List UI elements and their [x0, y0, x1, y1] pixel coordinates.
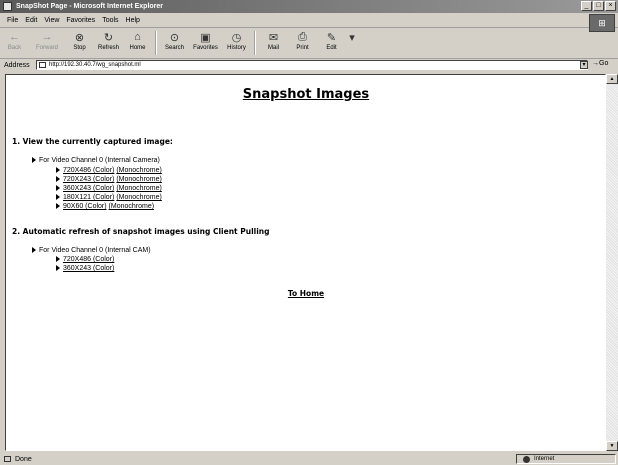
globe-icon	[523, 455, 530, 463]
search-button[interactable]: ⊙ Search	[160, 28, 189, 58]
menu-favorites[interactable]: Favorites	[66, 17, 95, 24]
bullet-triangle-icon	[56, 185, 60, 192]
menu-edit[interactable]: Edit	[25, 17, 37, 24]
close-button[interactable]: ×	[605, 1, 616, 11]
go-arrow-icon: →	[592, 60, 599, 67]
address-url: http://192.30.40.7/wg_snapshot.ml	[49, 62, 141, 68]
search-icon: ⊙	[169, 31, 180, 44]
address-bar: Address http://192.30.40.7/wg_snapshot.m…	[0, 59, 618, 71]
list-item: 720X243 (Color) (Monochrome)	[56, 176, 162, 183]
back-arrow-icon: ←	[9, 31, 20, 43]
bullet-triangle-icon	[32, 157, 36, 164]
stop-icon: ⊗	[74, 31, 85, 44]
menu-view[interactable]: View	[44, 17, 59, 24]
scroll-down-button[interactable]: ▼	[606, 441, 618, 451]
link-180x121-color[interactable]: 180X121 (Color)	[63, 194, 114, 201]
forward-button[interactable]: → Forward	[29, 28, 65, 58]
menu-tools[interactable]: Tools	[102, 17, 118, 24]
link-180x121-mono[interactable]: (Monochrome)	[116, 194, 162, 201]
forward-arrow-icon: →	[41, 31, 53, 43]
bullet-triangle-icon	[56, 167, 60, 174]
maximize-button[interactable]: □	[593, 1, 604, 11]
window-controls: _ □ ×	[581, 1, 616, 11]
link-720x486-color[interactable]: 720X486 (Color)	[63, 167, 114, 174]
list-item: 90X60 (Color) (Monochrome)	[56, 203, 154, 210]
mail-button[interactable]: ✉ Mail	[259, 28, 288, 58]
bullet-triangle-icon	[56, 265, 60, 272]
history-button[interactable]: ◷ History	[222, 28, 251, 58]
go-button[interactable]: →Go	[592, 60, 608, 67]
stop-button[interactable]: ⊗ Stop	[65, 28, 94, 58]
edit-icon: ✎	[326, 31, 337, 44]
link-refresh-720x486-color[interactable]: 720X486 (Color)	[63, 256, 114, 263]
chevron-down-icon: ▾	[349, 31, 355, 44]
menu-file[interactable]: File	[7, 17, 18, 24]
link-360x243-color[interactable]: 360X243 (Color)	[63, 185, 114, 192]
to-home-link[interactable]: To Home	[6, 289, 605, 298]
favorites-button[interactable]: ▣ Favorites	[189, 28, 222, 58]
home-button[interactable]: ⌂ Home	[123, 28, 152, 58]
bullet-triangle-icon	[56, 176, 60, 183]
refresh-icon: ↻	[103, 31, 114, 44]
ie-app-icon	[3, 2, 12, 11]
print-icon: ⎙	[298, 30, 307, 43]
channel-0-cam-item: For Video Channel 0 (Internal CAM)	[32, 247, 151, 254]
title-bar: SnapShot Page - Microsoft Internet Explo…	[0, 0, 618, 13]
bullet-triangle-icon	[32, 247, 36, 254]
page-title: Snapshot Images	[242, 87, 370, 102]
bullet-triangle-icon	[56, 203, 60, 210]
back-button[interactable]: ← Back	[0, 28, 29, 58]
scroll-up-button[interactable]: ▲	[606, 74, 618, 84]
section-2-heading: 2. Automatic refresh of snapshot images …	[12, 227, 270, 236]
menu-bar: File Edit View Favorites Tools Help	[0, 14, 618, 28]
link-refresh-360x243-color[interactable]: 360X243 (Color)	[63, 265, 114, 272]
menu-help[interactable]: Help	[126, 17, 140, 24]
list-item: 360X243 (Color) (Monochrome)	[56, 185, 162, 192]
toolbar-separator	[155, 31, 157, 55]
edit-button[interactable]: ✎ Edit	[317, 28, 346, 58]
history-icon: ◷	[231, 31, 242, 44]
address-dropdown-button[interactable]: ▾	[580, 61, 588, 69]
zone-label: Internet	[534, 456, 555, 462]
security-zone: Internet	[516, 454, 616, 464]
print-button[interactable]: ⎙ Print	[288, 28, 317, 58]
minimize-button[interactable]: _	[581, 1, 592, 11]
status-bar: Done Internet	[0, 453, 618, 465]
list-item: 720X486 (Color) (Monochrome)	[56, 167, 162, 174]
link-720x243-mono[interactable]: (Monochrome)	[116, 176, 162, 183]
list-item: 360X243 (Color)	[56, 265, 114, 272]
toolbar-separator	[254, 31, 256, 55]
vertical-scrollbar[interactable]: ▲ ▼	[606, 74, 618, 451]
bullet-triangle-icon	[56, 194, 60, 201]
status-text: Done	[15, 455, 32, 463]
page-content: Snapshot Images 1. View the currently ca…	[5, 74, 606, 451]
address-input[interactable]: http://192.30.40.7/wg_snapshot.ml	[36, 60, 588, 70]
channel-0-item: For Video Channel 0 (Internal Camera)	[32, 157, 160, 164]
section-1-heading: 1. View the currently captured image:	[12, 137, 173, 146]
standard-toolbar: ← Back → Forward ⊗ Stop ↻ Refresh ⌂ Home…	[0, 28, 618, 59]
bullet-triangle-icon	[56, 256, 60, 263]
page-status-icon	[4, 456, 11, 462]
link-720x243-color[interactable]: 720X243 (Color)	[63, 176, 114, 183]
link-90x60-mono[interactable]: (Monochrome)	[109, 203, 155, 210]
favorites-icon: ▣	[200, 31, 211, 44]
refresh-button[interactable]: ↻ Refresh	[94, 28, 123, 58]
chevron-down-icon: ▾	[582, 62, 586, 68]
list-item: 720X486 (Color)	[56, 256, 114, 263]
window-title: SnapShot Page - Microsoft Internet Explo…	[16, 3, 164, 10]
link-720x486-mono[interactable]: (Monochrome)	[116, 167, 162, 174]
list-item: 180X121 (Color) (Monochrome)	[56, 194, 162, 201]
link-360x243-mono[interactable]: (Monochrome)	[116, 185, 162, 192]
link-90x60-color[interactable]: 90X60 (Color)	[63, 203, 107, 210]
page-icon	[39, 62, 46, 68]
toolbar-overflow[interactable]: ▾	[346, 28, 358, 58]
mail-icon: ✉	[268, 31, 279, 44]
home-icon: ⌂	[134, 31, 141, 43]
address-label: Address	[4, 61, 30, 69]
